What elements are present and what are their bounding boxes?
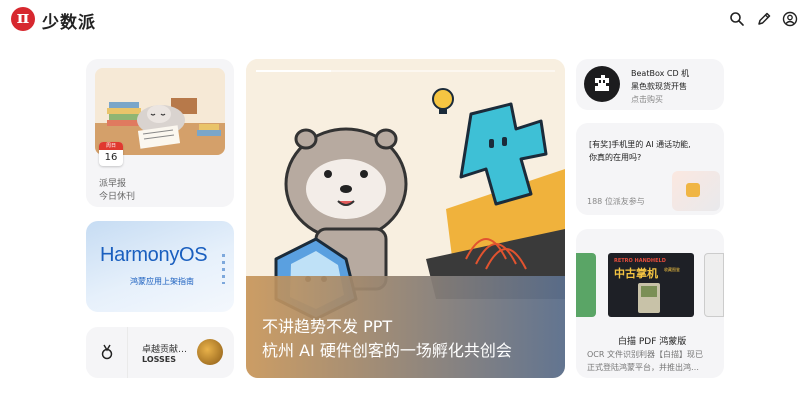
pen-icon[interactable] [756,11,772,27]
beatbox-title: BeatBox CD 机 [631,69,690,78]
scan-pdf-card[interactable]: RETRO HANDHELD 中古掌机 收藏图鉴 白描 PDF 鸿蒙版 OCR … [576,229,724,378]
search-icon[interactable] [729,11,745,27]
scan-pdf-desc-line2: 正式登陆鸿蒙平台，并推出鸿… [587,363,699,372]
beatbox-subtitle: 黑色款现货开售 [631,82,687,91]
user-icon[interactable] [782,11,798,27]
beatbox-promo-card[interactable]: BeatBox CD 机 黑色款现货开售 点击购买 [576,59,724,110]
ai-call-title-line2: 你真的在用吗? [589,153,642,162]
scan-pdf-desc-line1: OCR 文件识别利器【白描】现已 [587,350,703,359]
calendar-badge: 周日 16 [99,142,123,166]
carousel-next-thumbnail [704,253,724,317]
harmonyos-banner-card[interactable]: HarmonyOS 鸿蒙应用上架指南 [86,221,234,312]
carousel-prev-thumbnail [576,253,596,317]
top-header: π 少数派 [0,0,800,38]
harmonyos-subtitle: 鸿蒙应用上架指南 [130,277,194,286]
brand-name[interactable]: 少数派 [42,8,96,33]
morning-paper-subtitle: 今日休刊 [99,192,136,202]
hero-feature-card[interactable]: 不讲趋势不发 PPT 杭州 AI 硬件创客的一场孵化共创会 [246,59,565,378]
thumbnail-caption-tag: 收藏图鉴 [664,267,680,272]
contribution-icon-panel [86,327,128,378]
carousel-progress-fill [256,70,331,72]
beatbox-buy-link[interactable]: 点击购买 [631,94,663,105]
morning-paper-title: 派早报 [99,179,127,189]
carousel-progress-bar [256,70,555,72]
medal-icon [99,344,115,360]
thumbnail-caption-en: RETRO HANDHELD [614,258,666,264]
handheld-console-icon [638,283,660,313]
hero-title-line1: 不讲趋势不发 PPT [262,317,393,336]
harmonyos-logo: HarmonyOS [100,244,208,266]
beatbox-logo-icon [584,66,620,102]
ai-call-survey-card[interactable]: [有奖]手机里的 AI 通话功能, 你真的在用吗? 188 位派友参与 [576,123,724,215]
decorative-dots [222,254,225,284]
calendar-day: 16 [104,152,118,163]
scan-pdf-thumbnail: RETRO HANDHELD 中古掌机 收藏图鉴 [608,253,694,317]
morning-paper-card[interactable]: 周日 16 派早报 今日休刊 [86,59,234,207]
hero-title-line2: 杭州 AI 硬件创客的一场孵化共创会 [262,341,512,360]
ai-call-title-line1: [有奖]手机里的 AI 通话功能, [589,140,691,149]
calendar-month: 周日 [99,142,123,150]
scan-pdf-title: 白描 PDF 鸿蒙版 [618,337,687,347]
contribution-title: 卓越贡献… [142,345,188,355]
ai-call-thumbnail [672,171,720,211]
thumbnail-caption-cn: 中古掌机 [614,267,658,280]
ai-call-participants: 188 位派友参与 [587,197,645,206]
sspai-logo-icon[interactable]: π [11,7,35,31]
contribution-subtitle: LOSSES [142,355,177,364]
contribution-card[interactable]: 卓越贡献… LOSSES [86,327,234,378]
contribution-avatar [197,339,223,365]
